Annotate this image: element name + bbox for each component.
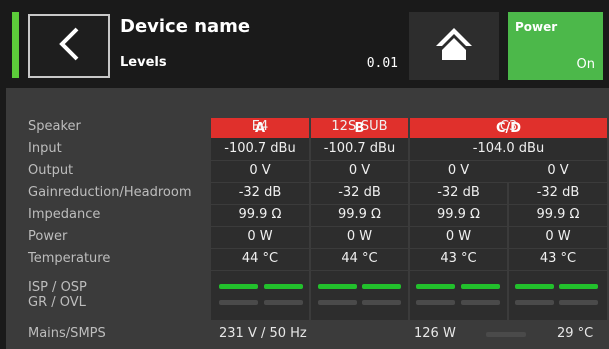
mains-load-bar [486, 332, 526, 337]
gain-c: -32 dB [437, 185, 480, 200]
impedance-a: 99.9 Ω [238, 207, 282, 222]
speaker-cd: C3 [499, 119, 518, 134]
row-label-input: Input [28, 141, 62, 156]
power-state: On [576, 57, 595, 72]
gr-led [362, 300, 401, 305]
row-label-temperature: Temperature [28, 251, 111, 266]
row-label-gain: Gainreduction/Headroom [28, 185, 192, 200]
gr-led [559, 300, 598, 305]
impedance-c: 99.9 Ω [436, 207, 480, 222]
separator [211, 182, 607, 183]
separator [211, 248, 607, 249]
separator [211, 320, 607, 321]
separator [211, 270, 607, 271]
output-c: 0 V [447, 163, 470, 178]
output-d: 0 V [547, 163, 569, 178]
impedance-d: 99.9 Ω [536, 207, 580, 222]
power-label: Power [515, 20, 558, 34]
input-a: -100.7 dBu [224, 141, 296, 156]
gain-a: -32 dB [238, 185, 282, 200]
impedance-b: 99.9 Ω [337, 207, 381, 222]
chevron-left-icon [57, 26, 81, 66]
input-cd: -104.0 dBu [472, 141, 545, 156]
speaker-a: E4 [251, 119, 269, 134]
temperature-a: 44 °C [241, 251, 279, 266]
power-a: 0 W [247, 229, 273, 244]
input-b: -100.7 dBu [323, 141, 396, 156]
back-button[interactable] [28, 14, 110, 78]
row-label-gr: GR / OVL [28, 295, 86, 310]
gr-led [416, 300, 455, 305]
speaker-b: 12S-SUB [331, 119, 388, 134]
temperature-c: 43 °C [440, 251, 477, 266]
output-a: 0 V [249, 163, 271, 178]
gr-led [461, 300, 500, 305]
power-d: 0 W [545, 229, 571, 244]
gain-b: -32 dB [338, 185, 381, 200]
row-label-impedance: Impedance [28, 207, 101, 222]
mains-power: 126 W [414, 326, 456, 341]
status-indicator [12, 12, 19, 78]
isp-led [318, 284, 357, 289]
row-label-power: Power [28, 229, 68, 244]
separator [211, 226, 607, 227]
separator [211, 204, 607, 205]
output-b: 0 V [348, 163, 371, 178]
header: Device name Levels 0.01 Power On [0, 0, 609, 88]
isp-led [219, 284, 258, 289]
isp-led [416, 284, 455, 289]
device-name: Device name [120, 16, 251, 37]
isp-led [515, 284, 554, 289]
gr-led [515, 300, 554, 305]
isp-led [264, 284, 303, 289]
gr-led [318, 300, 357, 305]
isp-led [461, 284, 500, 289]
isp-led [559, 284, 598, 289]
power-b: 0 W [346, 229, 373, 244]
mains-temperature: 29 °C [557, 326, 594, 341]
row-label-isp: ISP / OSP [28, 280, 87, 295]
home-button[interactable] [409, 12, 499, 80]
gr-led [219, 300, 258, 305]
mains-voltage: 231 V / 50 Hz [219, 326, 307, 341]
home-icon [434, 26, 474, 66]
row-label-speaker: Speaker [28, 119, 81, 134]
separator [211, 160, 607, 161]
power-c: 0 W [445, 229, 472, 244]
isp-led [362, 284, 401, 289]
temperature-d: 43 °C [539, 251, 577, 266]
level-value: 0.01 [366, 56, 398, 71]
gr-led [264, 300, 303, 305]
gain-d: -32 dB [536, 185, 580, 200]
row-label-output: Output [28, 163, 74, 178]
temperature-b: 44 °C [341, 251, 378, 266]
power-button[interactable]: Power On [508, 12, 603, 80]
page-title: Levels [120, 55, 167, 70]
row-label-mains: Mains/SMPS [28, 326, 106, 341]
